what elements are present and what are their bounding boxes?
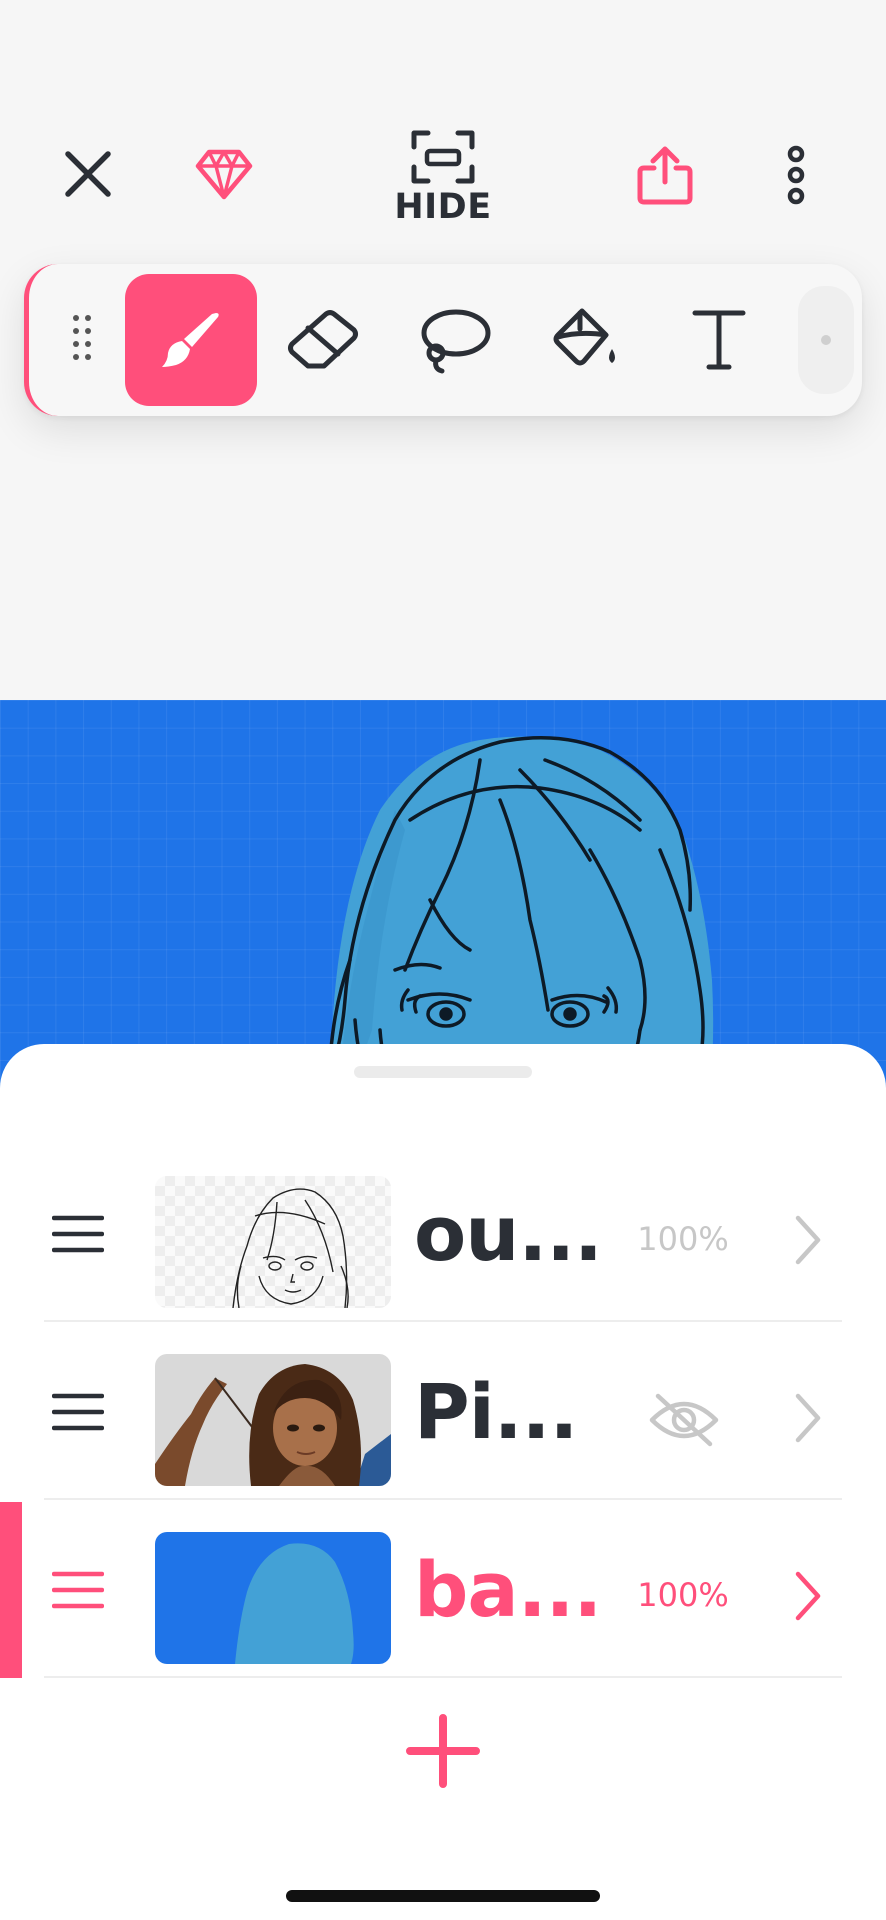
- drawing-app: HIDE ou... 100% Pi... ba... 100%: [0, 0, 886, 1920]
- layer-name: ba...: [414, 1545, 602, 1634]
- tool-palette: [24, 264, 862, 416]
- layer-row[interactable]: ou... 100%: [0, 1146, 886, 1322]
- layer-opacity: 100%: [637, 1220, 729, 1258]
- text-tool[interactable]: [653, 274, 785, 406]
- layer-name: Pi...: [414, 1367, 578, 1456]
- lasso-tool[interactable]: [389, 274, 521, 406]
- reorder-handle[interactable]: [51, 1212, 105, 1256]
- layer-row[interactable]: Pi...: [0, 1324, 886, 1500]
- divider: [44, 1498, 842, 1500]
- hide-ui-button[interactable]: HIDE: [380, 126, 506, 230]
- hamburger-icon: [51, 1571, 105, 1609]
- more-vertical-icon: [787, 145, 805, 205]
- layer-thumbnail: [155, 1532, 391, 1664]
- brush-tool[interactable]: [125, 274, 257, 406]
- top-bar: HIDE: [0, 0, 886, 240]
- chevron-right-icon: [795, 1215, 821, 1265]
- diamond-icon: [195, 149, 253, 200]
- reorder-handle[interactable]: [51, 1390, 105, 1434]
- layer-options-button[interactable]: [792, 1568, 824, 1624]
- paint-bucket-icon: [553, 308, 615, 366]
- eraser-icon: [288, 310, 358, 369]
- layer-row-selected[interactable]: ba... 100%: [0, 1502, 886, 1678]
- fullscreen-icon: [411, 130, 475, 184]
- layer-thumbnail: [155, 1354, 391, 1486]
- eye-off-icon: [649, 1393, 719, 1447]
- scroll-dot-icon: [821, 335, 831, 345]
- lasso-icon: [421, 309, 491, 374]
- selection-indicator: [0, 1502, 22, 1678]
- more-options-button[interactable]: [776, 140, 816, 210]
- chevron-right-icon: [795, 1571, 821, 1621]
- brush-icon: [162, 313, 219, 367]
- eraser-tool[interactable]: [257, 274, 389, 406]
- fill-tool[interactable]: [521, 274, 653, 406]
- toolbar-drag-handle[interactable]: [67, 310, 97, 366]
- layers-panel: ou... 100% Pi... ba... 100%: [0, 1044, 886, 1920]
- share-button[interactable]: [630, 140, 700, 210]
- premium-button[interactable]: [190, 140, 258, 208]
- chevron-right-icon: [795, 1393, 821, 1443]
- layer-opacity: 100%: [637, 1576, 729, 1614]
- home-indicator: [286, 1890, 600, 1902]
- hamburger-icon: [51, 1215, 105, 1253]
- toolbar-scroll-more[interactable]: [798, 286, 854, 394]
- share-icon: [637, 146, 693, 205]
- divider: [44, 1676, 842, 1678]
- hamburger-icon: [51, 1393, 105, 1431]
- text-icon: [692, 310, 746, 370]
- layer-thumbnail: [155, 1176, 391, 1308]
- close-icon: [65, 151, 111, 197]
- visibility-toggle[interactable]: [648, 1392, 720, 1448]
- sheet-grabber[interactable]: [354, 1066, 532, 1078]
- drag-handle-icon: [73, 315, 91, 360]
- add-layer-button[interactable]: [404, 1712, 482, 1790]
- hide-label: HIDE: [394, 187, 492, 227]
- close-button[interactable]: [54, 140, 122, 208]
- divider: [44, 1320, 842, 1322]
- layer-options-button[interactable]: [792, 1212, 824, 1268]
- layer-name: ou...: [414, 1189, 603, 1278]
- layer-options-button[interactable]: [792, 1390, 824, 1446]
- reorder-handle[interactable]: [51, 1568, 105, 1612]
- plus-icon: [406, 1714, 480, 1788]
